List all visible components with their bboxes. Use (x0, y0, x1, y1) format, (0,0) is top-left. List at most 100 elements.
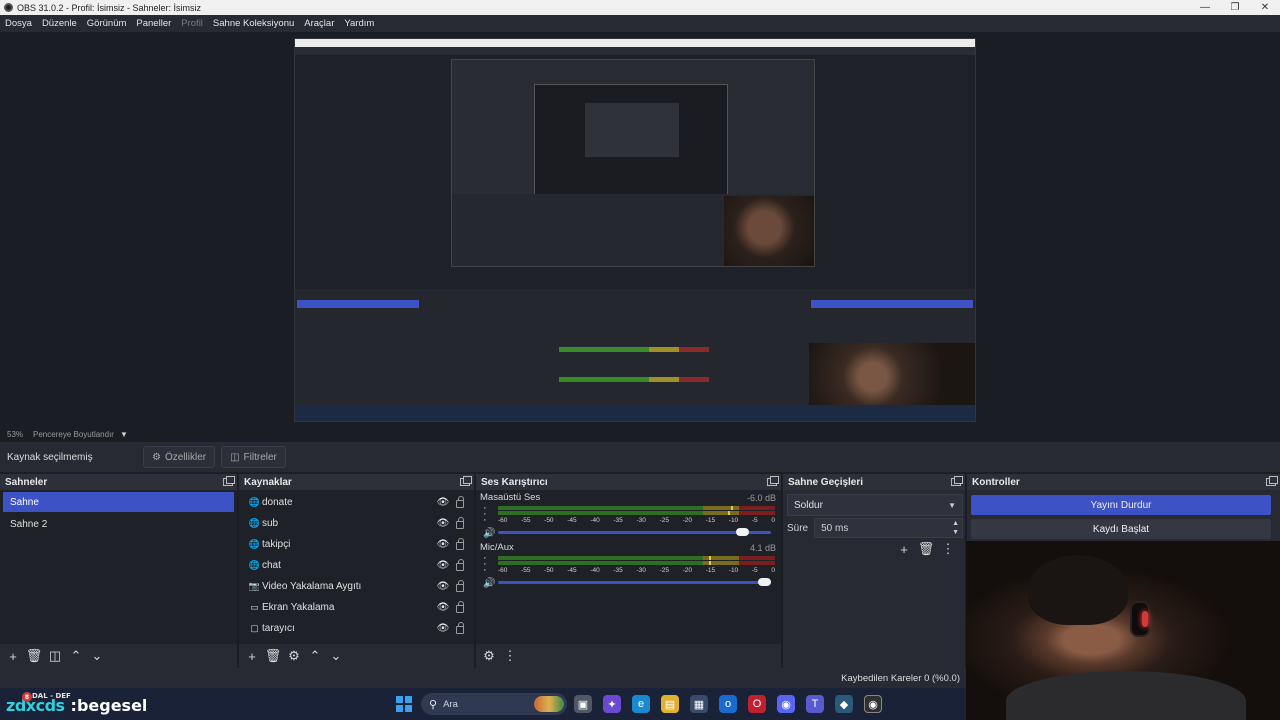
window-titlebar: OBS 31.0.2 - Profil: İsimsiz - Sahneler:… (0, 0, 1280, 15)
program-preview[interactable] (294, 38, 976, 422)
no-source-label: Kaynak seçilmemiş (7, 451, 93, 463)
window-icon: ▢ (250, 623, 259, 633)
windows-start-icon[interactable] (396, 696, 412, 712)
move-up-icon[interactable]: ⌃ (67, 647, 85, 665)
app-icon[interactable]: ◆ (835, 695, 853, 713)
monitor-icon: ▭ (250, 602, 259, 612)
scene-filters-icon[interactable]: ◫ (46, 647, 64, 665)
source-name: Ekran Yakalama (262, 602, 335, 613)
properties-button[interactable]: ⚙ Özellikler (143, 446, 216, 468)
lock-icon[interactable] (456, 580, 464, 592)
eye-icon[interactable]: 👁 (437, 497, 450, 508)
move-up-icon[interactable]: ⌃ (306, 647, 324, 665)
source-item[interactable]: 🌐 sub 👁 (239, 513, 474, 534)
scenes-title: Sahneler (5, 476, 48, 488)
menu-araclar[interactable]: Araçlar (299, 18, 339, 29)
gear-icon[interactable]: ⚙ (285, 647, 303, 665)
source-item[interactable]: 📷 Video Yakalama Aygıtı 👁 (239, 576, 474, 597)
file-explorer-icon[interactable]: ▤ (661, 695, 679, 713)
eye-icon[interactable]: 👁 (437, 602, 450, 613)
filters-button[interactable]: ◫ Filtreler (221, 446, 286, 468)
teams-icon[interactable]: T (806, 695, 824, 713)
camera-icon: 📷 (248, 581, 261, 591)
menu-dosya[interactable]: Dosya (0, 18, 37, 29)
chevron-down-icon[interactable]: ▼ (120, 430, 128, 439)
kebab-menu-icon[interactable]: ⋮ (501, 647, 519, 665)
lock-icon[interactable] (456, 496, 464, 508)
lock-icon[interactable] (456, 517, 464, 529)
source-item[interactable]: ▢ tarayıcı 👁 (239, 618, 474, 639)
menu-sahne-koleksiyonu[interactable]: Sahne Koleksiyonu (208, 18, 299, 29)
kebab-menu-icon[interactable]: · · · (483, 503, 487, 526)
add-transition-icon[interactable]: + (895, 540, 913, 558)
kebab-menu-icon[interactable]: ⋮ (939, 540, 957, 558)
speaker-icon[interactable]: 🔊 (483, 578, 495, 589)
edge-icon[interactable]: e (632, 695, 650, 713)
eye-icon[interactable]: 👁 (437, 623, 450, 634)
channel-name: Masaüstü Ses (480, 492, 541, 503)
store-icon[interactable]: ▦ (690, 695, 708, 713)
restore-icon[interactable]: ❐ (1220, 0, 1250, 15)
kebab-menu-icon[interactable]: · · · (483, 553, 487, 576)
scale-mode[interactable]: Pencereye Boyutlandır (33, 430, 114, 439)
opera-icon[interactable]: O (748, 695, 766, 713)
copilot-icon[interactable]: ✦ (603, 695, 621, 713)
source-item[interactable]: 🌐 donate 👁 (239, 492, 474, 513)
outlook-icon[interactable]: o (719, 695, 737, 713)
undock-icon[interactable] (223, 476, 235, 486)
undock-icon[interactable] (1266, 476, 1278, 486)
move-down-icon[interactable]: ⌄ (327, 647, 345, 665)
task-view-icon[interactable]: ▣ (574, 695, 592, 713)
lock-icon[interactable] (456, 601, 464, 613)
eye-icon[interactable]: 👁 (437, 560, 450, 571)
scene-item-sahne-2[interactable]: Sahne 2 (3, 514, 234, 534)
slider-knob[interactable] (736, 528, 750, 536)
menu-yardim[interactable]: Yardım (339, 18, 379, 29)
menu-duzenle[interactable]: Düzenle (37, 18, 82, 29)
preview-area[interactable] (0, 32, 1280, 426)
eye-icon[interactable]: 👁 (437, 539, 450, 550)
taskbar-search[interactable]: ⚲ Ara (421, 693, 567, 715)
discord-icon[interactable]: ◉ (777, 695, 795, 713)
source-item[interactable]: 🌐 takipçi 👁 (239, 534, 474, 555)
close-icon[interactable]: ✕ (1250, 0, 1280, 15)
advanced-audio-icon[interactable]: ⚙ (480, 647, 498, 665)
trash-icon[interactable]: 🗑 (264, 647, 282, 665)
undock-icon[interactable] (460, 476, 472, 486)
start-recording-button[interactable]: Kaydı Başlat (971, 519, 1271, 539)
undock-icon[interactable] (767, 476, 779, 486)
add-scene-icon[interactable]: + (4, 647, 22, 665)
minimize-icon[interactable]: — (1190, 0, 1220, 15)
lock-icon[interactable] (456, 559, 464, 571)
stop-stream-button[interactable]: Yayını Durdur (971, 495, 1271, 515)
obs-taskbar-icon[interactable]: ◉ (864, 695, 882, 713)
menu-paneller[interactable]: Paneller (131, 18, 176, 29)
nested-inner-capture-2 (585, 103, 679, 157)
source-item[interactable]: ▭ Ekran Yakalama 👁 (239, 597, 474, 618)
menu-profil[interactable]: Profil (176, 18, 208, 29)
undock-icon[interactable] (951, 476, 963, 486)
speaker-icon[interactable]: 🔊 (483, 528, 495, 539)
move-down-icon[interactable]: ⌄ (88, 647, 106, 665)
volume-slider[interactable] (498, 578, 771, 586)
menu-gorunum[interactable]: Görünüm (82, 18, 132, 29)
mixer-toolbar: ⚙ ⋮ (476, 644, 781, 668)
lock-icon[interactable] (456, 622, 464, 634)
windows-taskbar: 8 DAL - DEF zdxcds :begesel ⚲ Ara ▣ ✦ e … (0, 688, 966, 720)
slider-knob[interactable] (758, 578, 771, 586)
obs-logo-icon (4, 3, 13, 12)
add-source-icon[interactable]: + (243, 647, 261, 665)
duration-row: Süre 50 ms ▲ ▼ (787, 518, 963, 538)
trash-icon[interactable]: 🗑 (25, 647, 43, 665)
eye-icon[interactable]: 👁 (437, 518, 450, 529)
lock-icon[interactable] (456, 538, 464, 550)
trash-icon[interactable]: 🗑 (917, 540, 935, 558)
scene-item-sahne[interactable]: Sahne (3, 492, 234, 512)
transition-select[interactable]: Soldur ▼ (787, 494, 963, 516)
spinner-icon[interactable]: ▲ ▼ (952, 519, 959, 537)
source-name: takipçi (262, 539, 291, 550)
eye-icon[interactable]: 👁 (437, 581, 450, 592)
source-item[interactable]: 🌐 chat 👁 (239, 555, 474, 576)
duration-input[interactable]: 50 ms ▲ ▼ (814, 518, 963, 538)
volume-slider[interactable] (498, 528, 771, 536)
